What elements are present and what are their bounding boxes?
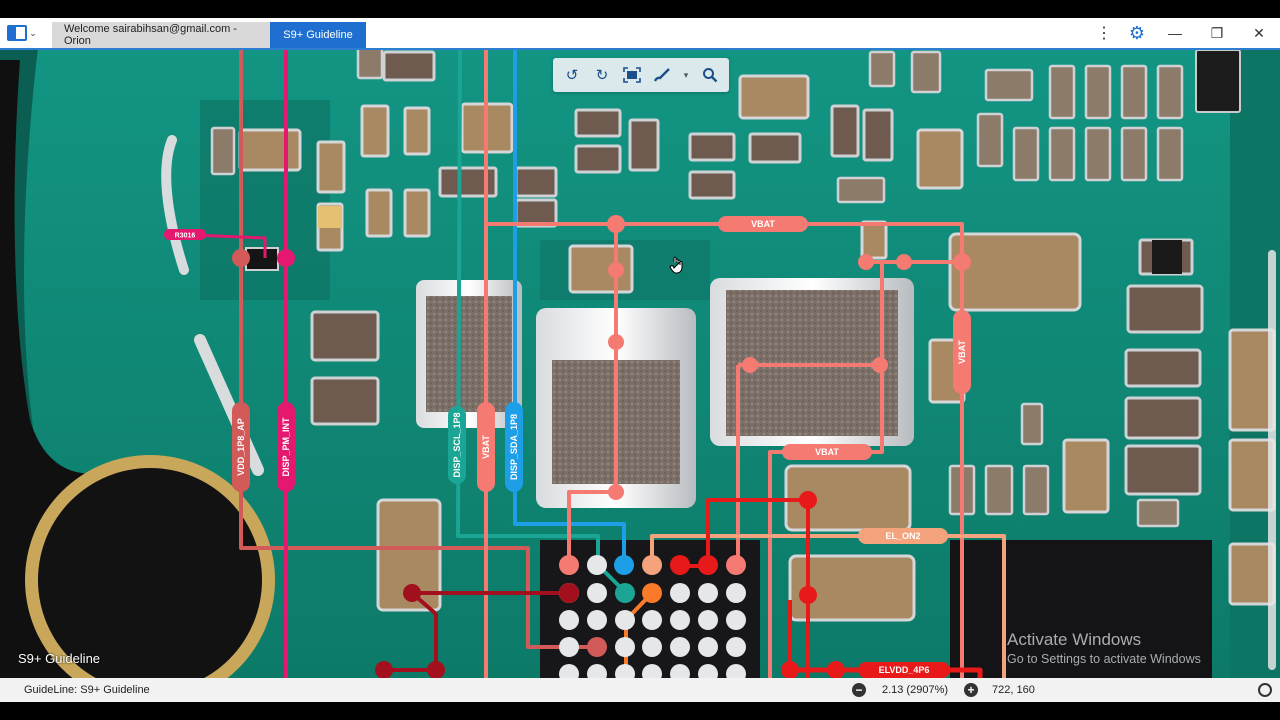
net-label-r3016: R3016: [175, 233, 196, 240]
screen-bezel-bottom: [0, 702, 1280, 720]
board-viewer-canvas[interactable]: R3016 VDD_1P8_AP DISP_PM_INT DISP_SCL_1P…: [0, 48, 1280, 678]
tab-welcome-label: Welcome sairabihsan@gmail.com - Orion: [64, 23, 237, 47]
net-label-vdd-1p8-ap: VDD_1P8_AP: [236, 418, 246, 476]
net-label-vbat-mid: VBAT: [815, 447, 839, 457]
title-bar-accent-line: [0, 48, 1280, 50]
activate-windows-watermark: Activate Windows Go to Settings to activ…: [1007, 630, 1201, 666]
net-label-elvdd-4p6: ELVDD_4P6: [879, 665, 930, 675]
screen-bezel-top: [0, 0, 1280, 18]
zoom-out-icon[interactable]: −: [852, 683, 866, 697]
net-label-disp-pm-int: DISP_PM_INT: [281, 417, 291, 477]
network-icon[interactable]: [1258, 683, 1272, 697]
net-label-vbat-vertical: VBAT: [481, 435, 491, 459]
fit-screen-icon[interactable]: [619, 62, 645, 88]
activate-windows-title: Activate Windows: [1007, 630, 1142, 649]
vertical-scrollbar[interactable]: [1268, 250, 1276, 670]
chevron-down-icon: ⌄: [29, 27, 37, 38]
net-label-disp-scl-1p8: DISP_SCL_1P8: [452, 412, 462, 477]
cursor-coordinates: 722, 160: [992, 684, 1035, 696]
zoom-in-icon[interactable]: +: [964, 683, 978, 697]
title-bar: ⌄ Welcome sairabihsan@gmail.com - Orion …: [0, 18, 1280, 48]
zoom-level: 2.13 (2907%): [881, 684, 949, 696]
rotate-cw-icon[interactable]: ↻: [589, 62, 615, 88]
brush-icon[interactable]: [649, 62, 675, 88]
app-menu-button[interactable]: ⌄: [0, 18, 44, 48]
close-button[interactable]: ✕: [1238, 18, 1280, 48]
search-icon[interactable]: [697, 62, 723, 88]
status-guideline: GuideLine: S9+ Guideline: [24, 684, 150, 696]
minimize-button[interactable]: —: [1154, 18, 1196, 48]
net-label-vbat-right: VBAT: [957, 340, 967, 364]
gear-icon[interactable]: ⚙: [1120, 18, 1154, 48]
maximize-button[interactable]: ❐: [1196, 18, 1238, 48]
tab-s9-guideline-label: S9+ Guideline: [283, 29, 353, 41]
app-logo-icon: [7, 25, 28, 41]
pcb-board-image: R3016 VDD_1P8_AP DISP_PM_INT DISP_SCL_1P…: [0, 48, 1280, 678]
tab-welcome[interactable]: Welcome sairabihsan@gmail.com - Orion: [52, 22, 270, 48]
rotate-ccw-icon[interactable]: ↺: [559, 62, 585, 88]
view-toolbar: ↺ ↻ ▾: [553, 58, 729, 92]
net-label-el-on2: EL_ON2: [885, 531, 920, 541]
chevron-down-icon[interactable]: ▾: [679, 62, 693, 88]
net-label-vbat-top: VBAT: [751, 219, 775, 229]
status-bar: GuideLine: S9+ Guideline − 2.13 (2907%) …: [0, 678, 1280, 702]
more-menu-icon[interactable]: ⋮: [1088, 18, 1120, 48]
guideline-overlay-label: S9+ Guideline: [18, 651, 101, 666]
activate-windows-subtitle: Go to Settings to activate Windows: [1007, 652, 1201, 666]
tab-s9-guideline[interactable]: S9+ Guideline: [270, 22, 366, 48]
net-label-disp-sda-1p8: DISP_SDA_1P8: [509, 414, 519, 480]
